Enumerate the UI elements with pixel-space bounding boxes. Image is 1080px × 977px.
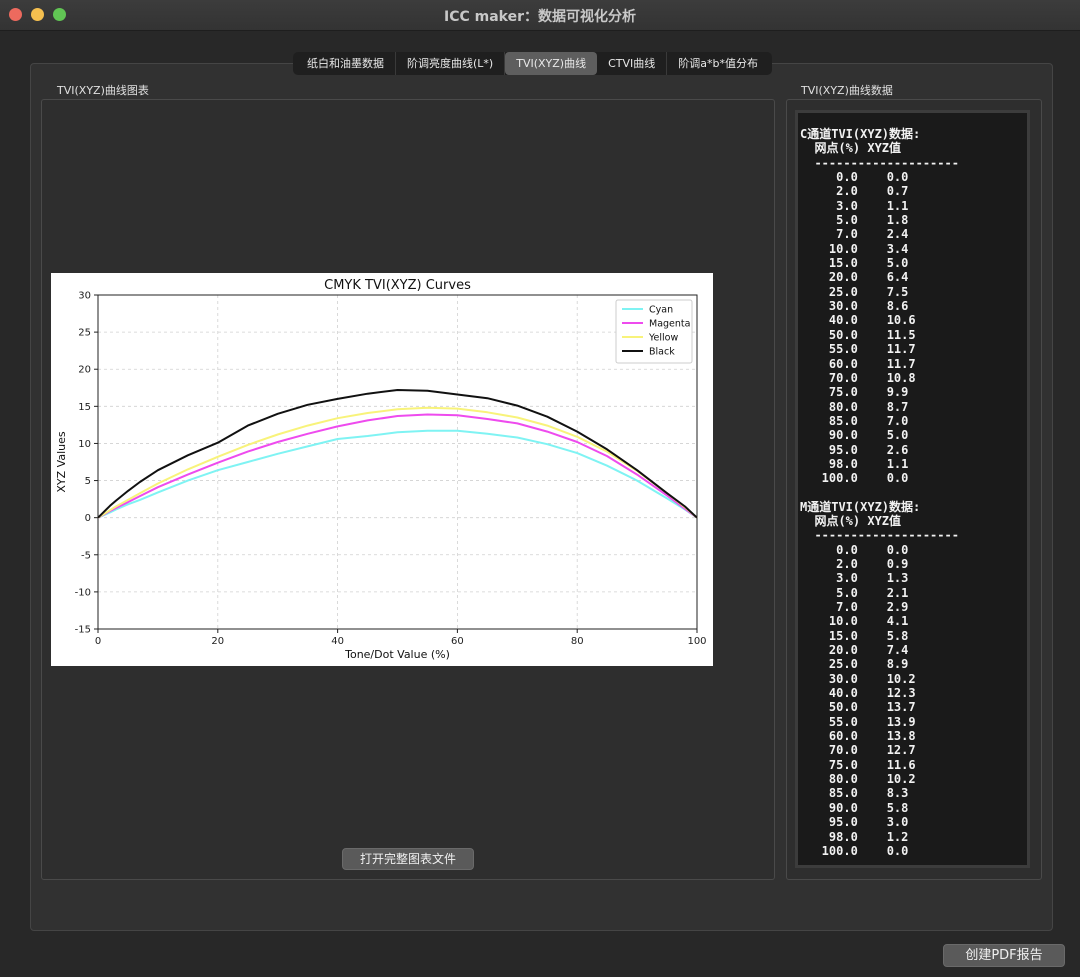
data-row: 0.0 0.0 bbox=[800, 170, 923, 185]
data-row: 30.0 10.2 bbox=[800, 671, 923, 686]
data-row: 50.0 11.5 bbox=[800, 327, 923, 342]
y-tick-label: 20 bbox=[78, 365, 91, 376]
y-tick-label: 0 bbox=[85, 513, 91, 524]
data-row: 40.0 12.3 bbox=[800, 686, 923, 701]
data-row: 10.0 3.4 bbox=[800, 241, 923, 256]
data-row: 2.0 0.9 bbox=[800, 556, 923, 571]
tab-tvi-xyz-curve[interactable]: TVI(XYZ)曲线 bbox=[505, 52, 598, 75]
x-tick-label: 20 bbox=[211, 636, 224, 647]
create-pdf-report-button[interactable]: 创建PDF报告 bbox=[943, 944, 1065, 967]
series-line-yellow bbox=[97, 406, 698, 519]
data-row: 70.0 10.8 bbox=[800, 370, 923, 385]
legend-label-black: Black bbox=[649, 347, 675, 358]
data-row: 98.0 1.2 bbox=[800, 829, 923, 844]
plot-frame bbox=[97, 294, 698, 630]
separator-line: -------------------- bbox=[800, 155, 959, 170]
x-tick-label: 40 bbox=[331, 636, 344, 647]
y-tick-label: -15 bbox=[75, 625, 91, 636]
y-tick-label: -10 bbox=[75, 587, 91, 598]
tvi-chart-svg: 0 20 40 60 80 100 -15 -10 -5 0 5 10 15 20 25 30 CMYK TVI… bbox=[55, 278, 707, 661]
data-row: 25.0 7.5 bbox=[800, 284, 923, 299]
data-row: 100.0 0.0 bbox=[800, 843, 923, 858]
data-row: 10.0 4.1 bbox=[800, 614, 923, 629]
c-channel-header: C通道TVI(XYZ)数据: bbox=[800, 127, 921, 141]
y-tick-label: -5 bbox=[81, 550, 91, 561]
data-row: 100.0 0.0 bbox=[800, 471, 923, 486]
data-row: 50.0 13.7 bbox=[800, 700, 923, 715]
x-tick-label: 60 bbox=[451, 636, 464, 647]
tvi-data-text: C通道TVI(XYZ)数据: 网点(%) XYZ值 --------------… bbox=[798, 113, 1027, 858]
data-row: 90.0 5.8 bbox=[800, 800, 923, 815]
c-channel-rows: 0.0 0.0 2.0 0.7 3.0 1.1 5.0 1.8 7.0 2.4 … bbox=[800, 170, 1027, 486]
data-row: 98.0 1.1 bbox=[800, 456, 923, 471]
data-row: 60.0 13.8 bbox=[800, 729, 923, 744]
data-row: 2.0 0.7 bbox=[800, 184, 923, 199]
data-row: 55.0 13.9 bbox=[800, 714, 923, 729]
m-channel-header: M通道TVI(XYZ)数据: bbox=[800, 499, 921, 514]
y-tick-label: 25 bbox=[78, 328, 91, 339]
x-tick-label: 0 bbox=[95, 636, 101, 647]
chart-title: CMYK TVI(XYZ) Curves bbox=[324, 278, 471, 293]
tvi-data-textbox[interactable]: C通道TVI(XYZ)数据: 网点(%) XYZ值 --------------… bbox=[795, 110, 1030, 868]
data-row: 20.0 6.4 bbox=[800, 270, 923, 285]
chart-group-label: TVI(XYZ)曲线图表 bbox=[57, 84, 149, 97]
x-tick-label: 100 bbox=[687, 636, 706, 647]
data-row: 5.0 1.8 bbox=[800, 213, 923, 228]
data-row: 40.0 10.6 bbox=[800, 313, 923, 328]
y-axis-label: XYZ Values bbox=[55, 431, 68, 492]
title-bar: ICC maker：数据可视化分析 bbox=[0, 0, 1080, 31]
y-tick-label: 10 bbox=[78, 439, 91, 450]
data-row: 95.0 3.0 bbox=[800, 815, 923, 830]
data-row: 30.0 8.6 bbox=[800, 299, 923, 314]
data-group-label: TVI(XYZ)曲线数据 bbox=[801, 84, 893, 97]
data-row: 80.0 8.7 bbox=[800, 399, 923, 414]
x-tick-label: 80 bbox=[571, 636, 584, 647]
data-row: 5.0 2.1 bbox=[800, 585, 923, 600]
data-row: 15.0 5.8 bbox=[800, 628, 923, 643]
data-row: 7.0 2.9 bbox=[800, 600, 923, 614]
data-row: 90.0 5.0 bbox=[800, 428, 923, 443]
tab-ab-distribution[interactable]: 阶调a*b*值分布 bbox=[667, 52, 769, 75]
data-row: 85.0 7.0 bbox=[800, 413, 923, 428]
data-row: 20.0 7.4 bbox=[800, 643, 923, 658]
data-row: 25.0 8.9 bbox=[800, 657, 923, 672]
y-tick-label: 15 bbox=[78, 402, 91, 413]
m-channel-rows: 0.0 0.0 2.0 0.9 3.0 1.3 5.0 2.1 7.0 2.9 … bbox=[800, 543, 1027, 859]
tab-ctvi-curve[interactable]: CTVI曲线 bbox=[597, 52, 668, 75]
data-row: 85.0 8.3 bbox=[800, 786, 923, 801]
x-axis-label: Tone/Dot Value (%) bbox=[344, 648, 450, 661]
tab-bar: 纸白和油墨数据 阶调亮度曲线(L*) TVI(XYZ)曲线 CTVI曲线 阶调a… bbox=[293, 52, 772, 75]
data-row: 95.0 2.6 bbox=[800, 442, 923, 457]
tab-tone-lightness-curve[interactable]: 阶调亮度曲线(L*) bbox=[396, 52, 506, 75]
open-chart-file-button[interactable]: 打开完整图表文件 bbox=[342, 848, 474, 870]
data-row: 75.0 9.9 bbox=[800, 385, 923, 400]
data-row: 80.0 10.2 bbox=[800, 772, 923, 787]
data-row: 15.0 5.0 bbox=[800, 256, 923, 271]
window-title: ICC maker：数据可视化分析 bbox=[443, 9, 636, 25]
y-tick-label: 5 bbox=[85, 476, 91, 487]
data-row: 70.0 12.7 bbox=[800, 743, 923, 758]
legend-label-cyan: Cyan bbox=[649, 305, 673, 316]
legend-label-yellow: Yellow bbox=[648, 333, 678, 344]
data-row: 3.0 1.1 bbox=[800, 198, 923, 213]
legend-label-magenta: Magenta bbox=[649, 319, 690, 330]
data-row: 0.0 0.0 bbox=[800, 542, 923, 557]
column-header: 网点(%) XYZ值 bbox=[800, 513, 902, 528]
column-header: 网点(%) XYZ值 bbox=[800, 141, 902, 156]
data-row: 3.0 1.3 bbox=[800, 571, 923, 586]
tab-paper-ink-data[interactable]: 纸白和油墨数据 bbox=[296, 52, 396, 75]
tvi-chart: 0 20 40 60 80 100 -15 -10 -5 0 5 10 15 20 25 30 CMYK TVI… bbox=[51, 273, 713, 666]
y-tick-label: 30 bbox=[78, 291, 91, 302]
data-row: 60.0 11.7 bbox=[800, 356, 923, 371]
separator-line: -------------------- bbox=[800, 528, 959, 543]
data-row: 7.0 2.4 bbox=[800, 227, 923, 242]
data-row: 55.0 11.7 bbox=[800, 342, 923, 357]
data-row: 75.0 11.6 bbox=[800, 757, 923, 772]
